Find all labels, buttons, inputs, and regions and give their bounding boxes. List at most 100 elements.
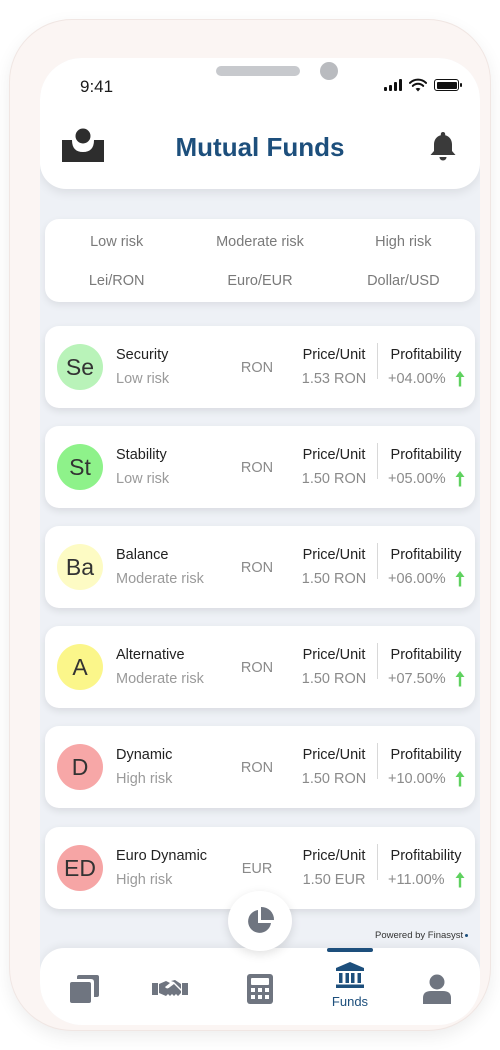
nav-item-calculator[interactable] — [230, 948, 290, 1025]
fund-card-stability[interactable]: St Stability Low risk RON Price/Unit 1.5… — [45, 426, 475, 508]
price-unit-label: Price/Unit — [302, 547, 366, 563]
nav-item-funds[interactable]: Funds — [320, 948, 380, 1025]
fund-name: Balance — [116, 547, 169, 563]
price-unit-label: Price/Unit — [302, 848, 366, 864]
fund-avatar: D — [57, 744, 103, 790]
profitability-label: Profitability — [390, 347, 462, 363]
column-divider — [377, 643, 378, 679]
fund-name: Security — [116, 347, 169, 363]
price-unit-value: 1.50 RON — [301, 471, 367, 487]
price-unit-label: Price/Unit — [302, 647, 366, 663]
price-unit-label: Price/Unit — [302, 447, 366, 463]
arrow-up-icon — [455, 571, 465, 587]
profitability-value: +05.00% — [388, 471, 446, 487]
brand-dot — [465, 933, 469, 937]
status-time: 9:41 — [80, 77, 114, 96]
filter-high-risk[interactable]: High risk — [332, 234, 475, 250]
battery-icon — [434, 79, 462, 91]
profitability-value: +07.50% — [388, 671, 446, 687]
price-unit-label: Price/Unit — [302, 747, 366, 763]
fund-avatar: Ba — [57, 544, 103, 590]
fund-risk-level: Low risk — [116, 371, 170, 387]
column-divider — [377, 543, 378, 579]
price-unit-value: 1.50 EUR — [302, 872, 366, 888]
portfolio-chart-button[interactable] — [228, 891, 292, 951]
column-divider — [377, 443, 378, 479]
profitability-label: Profitability — [390, 747, 462, 763]
currency-filter-row: Lei/RON Euro/EUR Dollar/USD — [45, 273, 475, 289]
powered-by-label: Powered by Finasyst — [375, 930, 469, 941]
nav-item-profile[interactable] — [408, 948, 468, 1025]
fund-card-balance[interactable]: Ba Balance Moderate risk RON Price/Unit … — [45, 526, 475, 608]
arrow-up-icon — [455, 371, 465, 387]
page-title: Mutual Funds — [175, 132, 345, 162]
fund-risk-level: Moderate risk — [116, 671, 204, 687]
active-tab-indicator — [327, 948, 373, 952]
cellular-signal-icon — [384, 79, 402, 91]
nav-item-deals[interactable] — [140, 948, 200, 1025]
fund-name: Stability — [116, 447, 167, 463]
fund-avatar: ED — [57, 845, 103, 891]
filter-dollar-usd[interactable]: Dollar/USD — [332, 273, 475, 289]
arrow-up-icon — [455, 771, 465, 787]
fund-card-alternative[interactable]: A Alternative Moderate risk RON Price/Un… — [45, 626, 475, 708]
fund-currency: RON — [240, 660, 274, 676]
status-icons — [384, 77, 462, 93]
filter-lei-ron[interactable]: Lei/RON — [45, 273, 188, 289]
price-unit-value: 1.50 RON — [301, 771, 367, 787]
fund-currency: EUR — [241, 861, 273, 877]
fund-currency: RON — [240, 760, 274, 776]
notification-bell-icon[interactable] — [429, 131, 457, 161]
fund-avatar: Se — [57, 344, 103, 390]
fund-risk-level: Moderate risk — [116, 571, 204, 587]
bottom-navigation: Funds — [40, 948, 480, 1025]
handshake-icon — [152, 980, 188, 996]
fund-card-security[interactable]: Se Security Low risk RON Price/Unit 1.53… — [45, 326, 475, 408]
pie-chart-icon — [248, 906, 275, 933]
powered-by-text: Powered by Finasyst — [375, 930, 464, 941]
profitability-label: Profitability — [390, 547, 462, 563]
profitability-value: +06.00% — [388, 571, 446, 587]
arrow-up-icon — [455, 471, 465, 487]
profitability-value: +11.00% — [388, 872, 445, 888]
column-divider — [377, 844, 378, 880]
filter-moderate-risk[interactable]: Moderate risk — [188, 234, 331, 250]
filter-euro-eur[interactable]: Euro/EUR — [188, 273, 331, 289]
bank-icon — [336, 962, 364, 988]
front-camera — [320, 62, 338, 80]
fund-avatar: St — [57, 444, 103, 490]
app-screen: 9:41 Mutual Funds Low risk Moderate risk… — [40, 58, 480, 1025]
filter-card: Low risk Moderate risk High risk Lei/RON… — [45, 219, 475, 302]
filter-low-risk[interactable]: Low risk — [45, 234, 188, 250]
column-divider — [377, 343, 378, 379]
fund-risk-level: Low risk — [116, 471, 170, 487]
profitability-label: Profitability — [390, 447, 462, 463]
profitability-label: Profitability — [390, 848, 462, 864]
profitability-value: +04.00% — [388, 371, 446, 387]
nav-item-portfolio[interactable] — [55, 948, 115, 1025]
phone-frame: 9:41 Mutual Funds Low risk Moderate risk… — [10, 20, 490, 1030]
price-unit-label: Price/Unit — [302, 347, 366, 363]
fund-card-dynamic[interactable]: D Dynamic High risk RON Price/Unit 1.50 … — [45, 726, 475, 808]
profitability-label: Profitability — [390, 647, 462, 663]
nav-label-funds: Funds — [331, 994, 369, 1009]
price-unit-value: 1.53 RON — [301, 371, 367, 387]
app-header: 9:41 Mutual Funds — [40, 58, 480, 189]
fund-name: Dynamic — [116, 747, 173, 763]
speaker-notch — [216, 66, 300, 76]
wifi-icon — [409, 78, 427, 92]
price-unit-value: 1.50 RON — [301, 671, 367, 687]
fund-currency: RON — [240, 360, 274, 376]
fund-currency: RON — [240, 560, 274, 576]
fund-risk-level: High risk — [116, 872, 173, 888]
calculator-icon — [247, 974, 273, 1004]
fund-name: Euro Dynamic — [116, 848, 208, 864]
fund-avatar: A — [57, 644, 103, 690]
app-logo-icon — [62, 128, 104, 162]
risk-filter-row: Low risk Moderate risk High risk — [45, 234, 475, 250]
column-divider — [377, 743, 378, 779]
arrow-up-icon — [455, 671, 465, 687]
fund-currency: RON — [240, 460, 274, 476]
user-icon — [423, 974, 451, 1004]
fund-name: Alternative — [116, 647, 185, 663]
